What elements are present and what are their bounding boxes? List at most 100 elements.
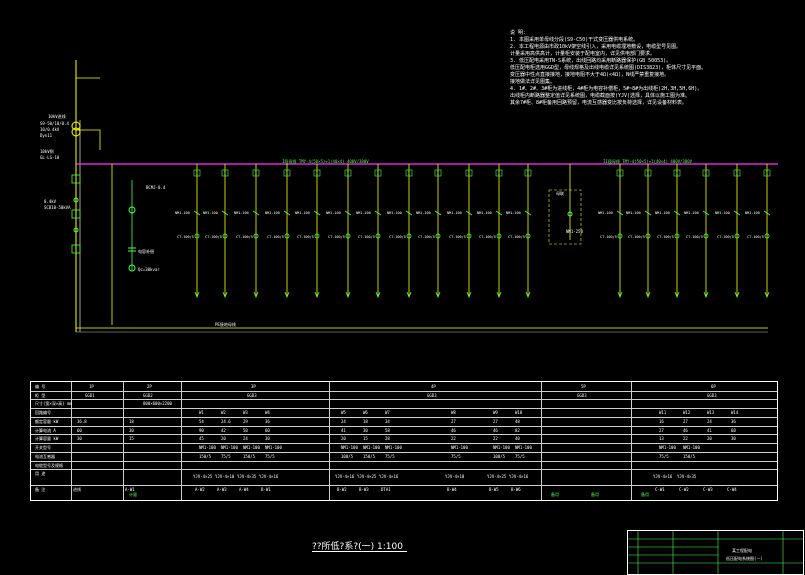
table-ct: 100/5 [493, 454, 506, 459]
feeder-badge-label: 1 [408, 171, 411, 176]
feeder-badge-label: 1 [196, 171, 199, 176]
feeder-badge-label: 1 [316, 171, 319, 176]
table-row-label: 备 注 [35, 487, 46, 492]
table-capacity: 16 [659, 419, 664, 424]
table-circuit-id: W3 [243, 410, 248, 415]
table-current: 50 [243, 428, 248, 433]
table-capacity: 24 [707, 419, 712, 424]
transformer-label: S9-50/10/0.4 [40, 121, 69, 126]
table-switch: NM1-100 [659, 445, 676, 450]
bus2-label: II段母线 TMY-4(50×5)+1(40×4) 400V/380V [603, 159, 693, 164]
table-cable: YJV-4×35 [677, 474, 697, 479]
table-cable: YJV-4×25 [357, 474, 377, 479]
feeder-ct-label: CT-100/5 [418, 235, 435, 239]
bus-tie-box [548, 189, 582, 245]
table-cable: YJV-4×16 [259, 474, 279, 479]
feeder-ct-label: CT-100/5 [358, 235, 375, 239]
table-col-line [541, 382, 542, 500]
table-ct: 75/5 [451, 454, 461, 459]
table-col-header: 4P [431, 384, 436, 389]
table-current: 41 [707, 428, 712, 433]
feeder-breaker-label: NM1-100 [387, 211, 402, 215]
table-current: 58 [385, 428, 390, 433]
table-row-line [31, 399, 777, 400]
feeder-ct-label: CT-100/5 [657, 235, 674, 239]
table-demand: 22 [683, 436, 688, 441]
table-row-label: 电缆型号及规格 [35, 463, 63, 468]
feeder-breaker-label: NM1-100 [416, 211, 431, 215]
feeder-badge-label: 1 [705, 171, 708, 176]
note-line: 变压器中性点直接接地，接地电阻不大于4Ω(<4Ω)，N线严禁重复接地。 [510, 72, 670, 78]
table-capacity: 27 [451, 419, 456, 424]
note-line: 计量采用高供高计，计量柜安装于配电室内，详见供电部门要求。 [510, 51, 656, 57]
feeder-badge-label: 1 [286, 171, 289, 176]
table-cabinet-type: GGD3 [707, 393, 717, 398]
table-note: 备用 [591, 492, 599, 497]
feeder-badge-label: 1 [224, 171, 227, 176]
table-cable: YJV-4×16 [653, 474, 673, 479]
feeder-badge-label: 1 [619, 171, 622, 176]
table-row-label: 电流互感器 [35, 454, 55, 459]
table-capacity: 24.6 [221, 419, 231, 424]
table-cabinet-type: GGD2 [143, 393, 153, 398]
table-usage: C-W3 [703, 487, 713, 492]
table-current: 82 [515, 428, 520, 433]
table-current: 30 [129, 428, 134, 433]
feeder-badge-label: 1 [766, 171, 769, 176]
capacitor-label-1: BCMJ-0.4 [146, 185, 166, 190]
feeder-badge-label: 1 [347, 171, 350, 176]
feeder-ct-label: CT-100/5 [717, 235, 734, 239]
table-capacity: 36 [731, 419, 736, 424]
table-cabinet-type: GGD3 [577, 393, 587, 398]
table-row-label: 尺寸(宽×深×高) mm [35, 401, 72, 406]
table-capacity: 27 [493, 419, 498, 424]
table-circuit-id: W5 [341, 410, 346, 415]
table-switch: NM1-100 [221, 445, 238, 450]
table-usage: A-W3 [217, 487, 227, 492]
feeder-breaker-label: NM1-100 [684, 211, 699, 215]
table-demand: 22 [493, 436, 498, 441]
feeder-ct-label: CT-100/5 [236, 235, 253, 239]
feeder-breaker-label: NM1-100 [745, 211, 760, 215]
table-ct: 75/5 [385, 454, 395, 459]
note-line: 接地做法详见图集。 [510, 79, 556, 85]
feeder-ct-label: CT-100/5 [267, 235, 284, 239]
feeder-breaker-label: NM1-100 [175, 211, 190, 215]
note-line: 3. 低压配电采用TN-S系统，出线回路均采用断路器保护(GB 50053)。 [510, 58, 672, 64]
feeder-breaker-label: NM1-100 [506, 211, 521, 215]
note-line: 低压配电柜选用GGD型，母线规格及出线电缆详见系统图(DIS3823)，柜体尺寸… [510, 65, 707, 71]
table-col-line [631, 382, 632, 500]
table-circuit-id: W2 [221, 410, 226, 415]
table-cable: YJV-4×16 [379, 474, 399, 479]
note-line: 2. 本工程电源由市政10kV架空线引入，采用电缆埋地敷设，电缆型号见图。 [510, 44, 682, 50]
feeder-ct-label: CT-100/5 [389, 235, 406, 239]
table-circuit-id: W13 [707, 410, 715, 415]
table-usage: C-W1 [655, 487, 665, 492]
table-col-header: 3P [251, 384, 256, 389]
feeder-ct-label: CT-100/5 [747, 235, 764, 239]
capacitor-label-3: Qc=30kvar [138, 267, 160, 272]
table-switch: NM1-100 [341, 445, 358, 450]
table-row-line [31, 391, 777, 392]
table-cable: YJV-4×10 [215, 474, 235, 479]
title-block-project: 某工程配电 [732, 548, 752, 553]
table-note: 计量 [129, 492, 137, 497]
table-capacity: 36.8 [77, 419, 87, 424]
table-cable: YJV-4×16 [335, 474, 355, 479]
table-ct: 75/5 [221, 454, 231, 459]
table-usage: C-W4 [727, 487, 737, 492]
table-switch: NM1-100 [363, 445, 380, 450]
table-row-line [31, 417, 777, 418]
table-capacity: 18 [363, 419, 368, 424]
table-demand: 40 [515, 436, 520, 441]
table-current: 60 [731, 428, 736, 433]
table-capacity: 24 [341, 419, 346, 424]
table-row-label: 计算电流 A [35, 428, 56, 433]
table-usage: B-W4 [447, 487, 457, 492]
table-capacity: 48 [515, 419, 520, 424]
table-circuit-id: W10 [515, 410, 523, 415]
feeder-badge-label: 1 [377, 171, 380, 176]
feeder-breaker-label: NM1-100 [715, 211, 730, 215]
table-col-line [181, 382, 182, 500]
table-usage: C-W2 [679, 487, 689, 492]
